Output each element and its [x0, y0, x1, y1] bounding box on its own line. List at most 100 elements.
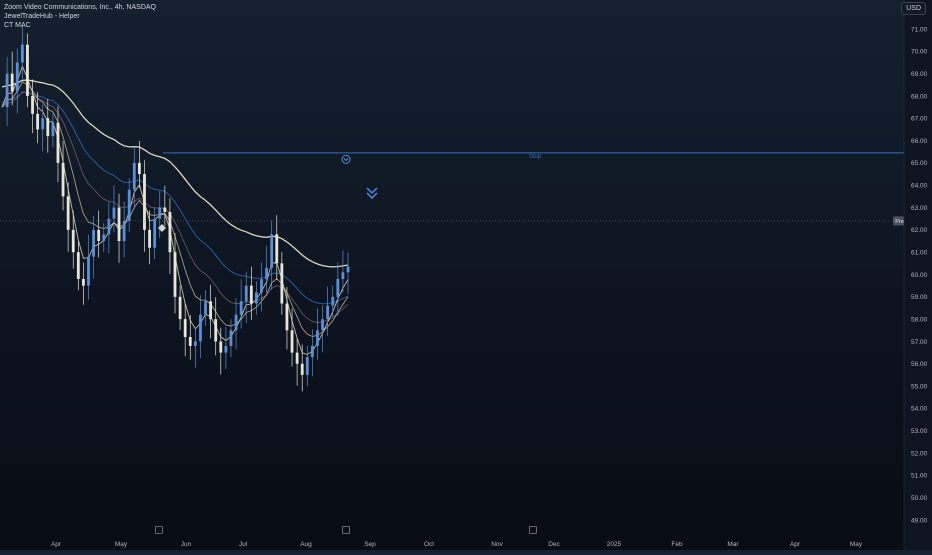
event-icon	[342, 526, 350, 534]
candle-body	[5, 73, 9, 108]
x-tick-label: Oct	[424, 541, 434, 548]
candle-body	[336, 278, 340, 297]
y-tick-label: 51.00	[911, 473, 928, 480]
candle-body	[214, 319, 218, 342]
y-tick-label: 57.00	[911, 339, 928, 346]
y-tick-label: 55.00	[911, 383, 928, 390]
y-tick-label: 62.00	[911, 227, 928, 234]
markers-layer	[155, 154, 537, 534]
candle-body	[168, 212, 172, 253]
candle-body	[173, 252, 177, 297]
candle-body	[234, 314, 238, 331]
candles-layer	[5, 25, 350, 392]
symbol-title[interactable]: Zoom Video Communications, Inc., 4h, NAS…	[4, 3, 156, 12]
candle-body	[265, 267, 268, 279]
pre-market-badge-text: Pre	[895, 219, 904, 225]
event-icon	[155, 526, 163, 534]
x-tick-label: Jul	[239, 541, 248, 548]
candle-body	[204, 301, 207, 315]
x-tick-label: 2025	[607, 541, 622, 548]
candle-body	[15, 62, 19, 92]
x-tick-label: Aug	[300, 541, 312, 548]
candle-body	[51, 122, 55, 137]
candle-body	[224, 345, 228, 353]
candle-body	[122, 220, 126, 242]
indicator-ctmac-label[interactable]: CT MAC	[4, 21, 156, 30]
candle-body	[178, 296, 182, 320]
y-tick-label: 66.00	[911, 138, 928, 145]
candle-body	[71, 229, 75, 253]
candle-body	[97, 229, 101, 242]
y-tick-label: 52.00	[911, 450, 928, 457]
price-chart[interactable]: Stop65.45Pre62.4060.36 49.0050.0051.0052…	[0, 0, 932, 550]
candle-body	[20, 44, 24, 63]
candle-body	[341, 272, 345, 279]
candle-body	[285, 303, 289, 331]
x-tick-label: Feb	[671, 541, 683, 548]
candle-body	[163, 207, 167, 213]
axis-layer: 49.00 50.00 51.00 52.00 53.00 54.00 55.00 56.00…	[51, 0, 932, 550]
chart-legend: Zoom Video Communications, Inc., 4h, NAS…	[4, 3, 156, 30]
candle-body	[321, 319, 324, 331]
y-tick-label: 60.00	[911, 272, 928, 279]
y-tick-label: 69.00	[911, 71, 928, 78]
candle-body	[244, 285, 248, 302]
candle-body	[158, 207, 162, 219]
candle-body	[188, 336, 192, 346]
candle-body	[117, 207, 121, 242]
candle-body	[102, 234, 106, 242]
candle-body	[153, 218, 157, 248]
candle-body	[92, 229, 95, 257]
x-tick-label: Jun	[181, 541, 192, 548]
candle-body	[255, 292, 258, 304]
candle-body	[270, 234, 274, 268]
candle-body	[209, 301, 213, 320]
candle-body	[36, 113, 40, 130]
chevron-down-icon	[343, 158, 349, 162]
currency-button[interactable]: USD	[901, 2, 926, 15]
indicator-helper-label[interactable]: JewelTradeHub - Helper	[4, 12, 156, 21]
candle-body	[137, 162, 141, 175]
candle-body	[132, 162, 136, 190]
x-tick-label: Mar	[727, 541, 739, 548]
y-tick-label: 70.00	[911, 49, 928, 56]
candle-body	[41, 118, 45, 130]
candle-body	[82, 278, 85, 286]
candle-body	[290, 330, 294, 353]
event-icon	[529, 526, 537, 534]
y-tick-label: 50.00	[911, 495, 928, 502]
y-tick-label: 64.00	[911, 183, 928, 190]
candle-body	[10, 73, 14, 92]
candle-body	[260, 278, 263, 293]
y-tick-label: 61.00	[911, 249, 928, 256]
candle-body	[316, 330, 319, 346]
y-tick-label: 71.00	[911, 26, 928, 33]
x-tick-label: Apr	[51, 541, 62, 548]
x-tick-label: May	[115, 541, 128, 548]
x-tick-label: Dec	[548, 541, 560, 548]
y-tick-label: 59.00	[911, 294, 928, 301]
y-tick-label: 56.00	[911, 361, 928, 368]
chart-area[interactable]: Stop65.45Pre62.4060.36 49.0050.0051.0052…	[0, 0, 932, 550]
x-tick-label: May	[850, 541, 863, 548]
candle-body	[310, 345, 314, 358]
candle-body	[31, 95, 34, 114]
candle-body	[280, 263, 284, 304]
circled-chevron-down-icon	[341, 154, 351, 164]
y-tick-label: 53.00	[911, 428, 928, 435]
candle-body	[295, 352, 299, 364]
candle-body	[346, 266, 350, 273]
candle-body	[275, 234, 279, 264]
candle-body	[300, 363, 304, 375]
candle-body	[193, 341, 197, 346]
double-chevron-down-icon	[366, 187, 378, 200]
candle-body	[249, 285, 253, 304]
x-tick-label: Sep	[364, 541, 376, 548]
candle-body	[326, 305, 330, 320]
candle-body	[56, 122, 60, 163]
x-tick-label: Apr	[790, 541, 801, 548]
y-tick-label: 65.00	[911, 160, 928, 167]
candle-body	[87, 256, 90, 286]
y-tick-label: 54.00	[911, 406, 928, 413]
candle-body	[148, 229, 151, 248]
